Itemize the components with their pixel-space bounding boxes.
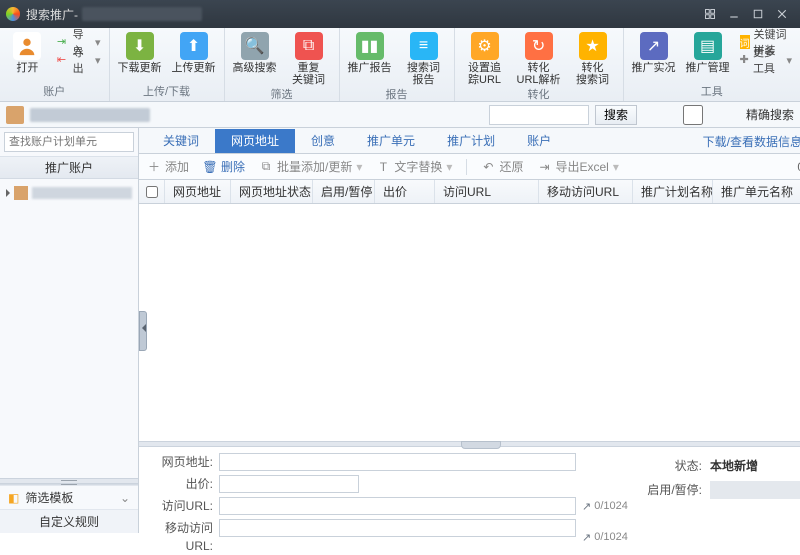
ribbon: 打开 ⇥导入▾ ⇤导出▾ 账户 ⬇下载更新 ⬆上传更新 上传/下载 🔍高级搜索 …	[0, 28, 800, 102]
settings-icon[interactable]	[698, 4, 722, 24]
char-count: 0/1024	[594, 500, 628, 512]
group-caption: 工具	[701, 83, 723, 99]
group-caption: 筛选	[271, 86, 293, 102]
window-title: 搜索推广-	[26, 6, 78, 23]
external-link-icon[interactable]: ↗	[582, 531, 591, 544]
tab-plan[interactable]: 推广计划	[431, 129, 511, 153]
more-tools-button[interactable]: ✚更多工具▾	[740, 52, 792, 68]
adv-search-button[interactable]: 🔍高级搜索	[233, 32, 277, 74]
col-url[interactable]: 网页地址	[165, 180, 231, 203]
ribbon-group-filter: 🔍高级搜索 ⧉重复 关键词 筛选	[225, 28, 340, 101]
avatar-icon	[6, 106, 24, 124]
download-data-link[interactable]: 下载/查看数据信息⌄	[703, 129, 800, 153]
account-label-blurred	[30, 108, 150, 122]
maximize-button[interactable]	[746, 4, 770, 24]
col-plan[interactable]: 推广计划名称	[633, 180, 713, 203]
col-price[interactable]: 出价	[375, 180, 435, 203]
kw-report-button[interactable]: ≡搜索词 报告	[402, 32, 446, 86]
label-status: 状态:	[642, 457, 702, 475]
input-mobile-url[interactable]	[219, 519, 576, 537]
url-parse-button[interactable]: ↻转化 URL解析	[517, 32, 561, 86]
sidebar: 推广账户 ◧ 筛选模板 ⌄ 自定义规则	[0, 128, 139, 533]
sidebar-header: 推广账户	[0, 157, 138, 179]
dup-keyword-button[interactable]: ⧉重复 关键词	[287, 32, 331, 86]
table-header: 网页地址 网页地址状态 启用/暂停 出价 访问URL 移动访问URL 推广计划名…	[139, 180, 800, 204]
table-body	[139, 204, 800, 441]
search-button[interactable]: 搜索	[595, 105, 637, 125]
promo-manage-button[interactable]: ▤推广管理	[686, 32, 730, 74]
col-mobile-url[interactable]: 移动访问URL	[539, 180, 633, 203]
conv-keyword-button[interactable]: ★转化 搜索词	[571, 32, 615, 86]
filter-icon: ◧	[8, 491, 19, 505]
sidebar-resize-handle[interactable]	[0, 478, 138, 484]
select-all-checkbox[interactable]	[139, 180, 165, 203]
text-replace-button[interactable]: T文字替换▾	[376, 158, 452, 175]
upload-update-button[interactable]: ⬆上传更新	[172, 32, 216, 74]
global-search-input[interactable]	[489, 105, 589, 125]
app-logo-icon	[6, 7, 20, 21]
ribbon-group-tools: ↗推广实况 ▤推广管理 词关键词拼装 ✚更多工具▾ 工具	[624, 28, 800, 101]
tree-item[interactable]	[6, 183, 132, 203]
ribbon-group-report: ▮▮推广报告 ≡搜索词 报告 报告	[340, 28, 455, 101]
label-mobile-url: 移动访问URL:	[149, 519, 213, 555]
batch-button[interactable]: ⧉批量添加/更新▾	[259, 158, 362, 175]
group-caption: 账户	[43, 83, 65, 99]
tab-bar: 关键词 网页地址 创意 推广单元 推广计划 账户 下载/查看数据信息⌄	[139, 128, 800, 154]
ribbon-group-account: 打开 ⇥导入▾ ⇤导出▾ 账户	[0, 28, 110, 101]
filter-template-section[interactable]: ◧ 筛选模板 ⌄	[0, 485, 138, 509]
splitter-grip-icon	[461, 441, 501, 449]
sidebar-collapse-handle[interactable]	[139, 311, 147, 351]
chevron-down-icon: ⌄	[120, 491, 130, 505]
col-visit-url[interactable]: 访问URL	[435, 180, 539, 203]
input-price[interactable]	[219, 475, 359, 493]
exact-search-checkbox[interactable]: 精确搜索	[643, 105, 794, 125]
avatar-icon	[14, 186, 28, 200]
col-unit[interactable]: 推广单元名称	[713, 180, 800, 203]
expand-icon[interactable]	[6, 189, 10, 197]
track-url-button[interactable]: ⚙设置追 踪URL	[463, 32, 507, 86]
account-name-blurred	[82, 7, 202, 21]
label-enable: 启用/暂停:	[642, 481, 702, 499]
col-enable[interactable]: 启用/暂停	[313, 180, 375, 203]
tab-keyword[interactable]: 关键词	[147, 129, 215, 153]
label-visit-url: 访问URL:	[149, 497, 213, 515]
title-bar: 搜索推广-	[0, 0, 800, 28]
detail-panel: 网页地址: 出价: 访问URL: ↗0/1024 移动访问URL: ↗0/102…	[139, 447, 800, 533]
delete-button[interactable]: 🗑删除	[203, 158, 245, 175]
sidebar-search-input[interactable]	[4, 132, 134, 152]
label-price: 出价:	[149, 475, 213, 493]
download-update-button[interactable]: ⬇下载更新	[118, 32, 162, 74]
tree-label-blurred	[32, 187, 132, 199]
add-button[interactable]: ＋添加	[147, 158, 189, 175]
promo-live-button[interactable]: ↗推广实况	[632, 32, 676, 74]
external-link-icon[interactable]: ↗	[582, 500, 591, 513]
promo-report-button[interactable]: ▮▮推广报告	[348, 32, 392, 74]
group-caption: 转化	[528, 86, 550, 102]
group-caption: 上传/下载	[143, 83, 190, 99]
open-button[interactable]: 打开	[8, 32, 47, 74]
search-bar: 搜索 精确搜索	[0, 102, 800, 128]
label-url: 网页地址:	[149, 453, 213, 471]
input-url[interactable]	[219, 453, 576, 471]
horizontal-splitter[interactable]	[139, 441, 800, 447]
toolbar: ＋添加 🗑删除 ⧉批量添加/更新▾ T文字替换▾ ↶还原 ⇥导出Excel▾ 0…	[139, 154, 800, 180]
content-area: 关键词 网页地址 创意 推广单元 推广计划 账户 下载/查看数据信息⌄ ＋添加 …	[139, 128, 800, 533]
group-caption: 报告	[386, 86, 408, 102]
ribbon-group-updown: ⬇下载更新 ⬆上传更新 上传/下载	[110, 28, 225, 101]
input-visit-url[interactable]	[219, 497, 576, 515]
export-excel-button[interactable]: ⇥导出Excel▾	[537, 158, 618, 175]
tab-creative[interactable]: 创意	[295, 129, 351, 153]
tab-webpage[interactable]: 网页地址	[215, 129, 295, 153]
minimize-button[interactable]	[722, 4, 746, 24]
ribbon-group-convert: ⚙设置追 踪URL ↻转化 URL解析 ★转化 搜索词 转化	[455, 28, 624, 101]
export-button[interactable]: ⇤导出▾	[57, 52, 101, 68]
tab-unit[interactable]: 推广单元	[351, 129, 431, 153]
close-button[interactable]	[770, 4, 794, 24]
value-status: 本地新增	[710, 457, 800, 475]
custom-rule-section[interactable]: 自定义规则	[0, 509, 138, 533]
enable-toggle[interactable]	[710, 481, 800, 499]
tab-account[interactable]: 账户	[511, 129, 567, 153]
col-status[interactable]: 网页地址状态	[231, 180, 313, 203]
restore-button[interactable]: ↶还原	[481, 158, 523, 175]
